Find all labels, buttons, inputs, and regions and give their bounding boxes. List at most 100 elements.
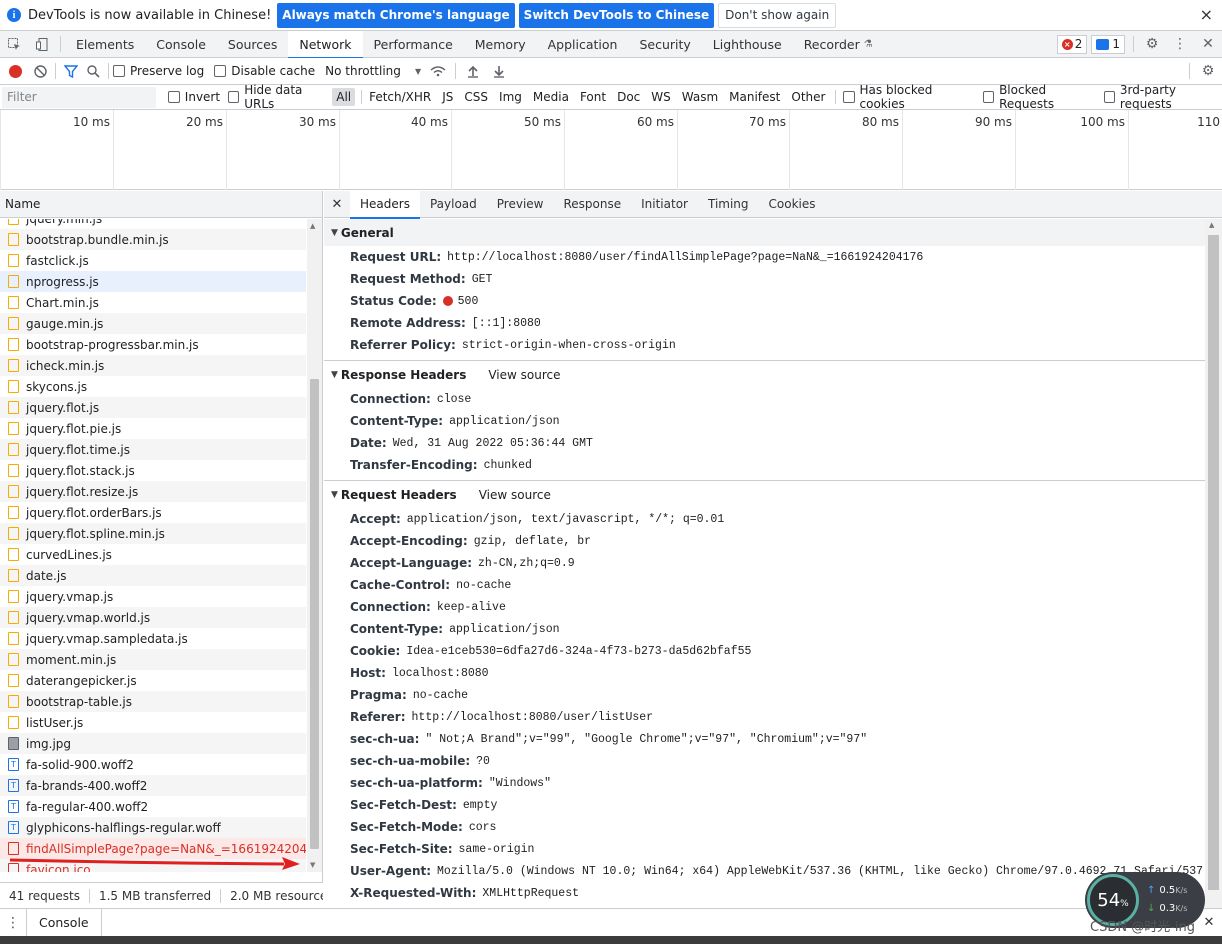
inspect-element-icon[interactable] xyxy=(0,31,28,58)
tab-initiator[interactable]: Initiator xyxy=(631,191,698,218)
blocked-requests-checkbox[interactable]: Blocked Requests xyxy=(982,83,1096,111)
export-har-icon[interactable] xyxy=(486,58,512,85)
tab-network[interactable]: Network xyxy=(288,30,363,59)
checkbox-box[interactable] xyxy=(113,65,125,77)
request-row[interactable]: curvedLines.js xyxy=(0,544,306,565)
filter-input[interactable]: Filter xyxy=(2,86,156,108)
close-infobar-icon[interactable]: × xyxy=(1200,5,1213,24)
type-filter-img[interactable]: Img xyxy=(495,88,526,106)
name-column-header[interactable]: Name xyxy=(0,191,322,218)
message-count-badge[interactable]: 1 xyxy=(1091,34,1125,54)
request-row[interactable]: date.js xyxy=(0,565,306,586)
request-row[interactable]: bootstrap-table.js xyxy=(0,691,306,712)
response-view-source-link[interactable]: View source xyxy=(488,368,560,382)
scroll-down-icon[interactable]: ▼ xyxy=(310,861,315,869)
invert-checkbox[interactable]: Invert xyxy=(167,90,220,104)
scrollbar-thumb[interactable] xyxy=(1208,235,1219,890)
response-headers-section-header[interactable]: ▼ Response Headers View source xyxy=(324,361,1205,388)
type-filter-wasm[interactable]: Wasm xyxy=(678,88,722,106)
request-row[interactable]: listUser.js xyxy=(0,712,306,733)
search-icon[interactable] xyxy=(82,58,104,85)
request-list-scrollbar[interactable]: ▲ ▼ xyxy=(307,219,322,872)
tab-response[interactable]: Response xyxy=(553,191,631,218)
type-filter-all[interactable]: All xyxy=(332,88,356,106)
tab-elements[interactable]: Elements xyxy=(65,31,145,58)
type-filter-js[interactable]: JS xyxy=(438,88,457,106)
type-filter-fetch-xhr[interactable]: Fetch/XHR xyxy=(365,88,435,106)
import-har-icon[interactable] xyxy=(460,58,486,85)
expand-triangle-icon[interactable]: ▼ xyxy=(331,370,338,380)
timeline-overview[interactable]: 10 ms 20 ms 30 ms 40 ms 50 ms 60 ms 70 m… xyxy=(0,110,1222,190)
request-row[interactable]: jquery.flot.orderBars.js xyxy=(0,502,306,523)
checkbox-box[interactable] xyxy=(167,91,180,103)
checkbox-box[interactable] xyxy=(843,91,855,103)
request-row[interactable]: Tfa-brands-400.woff2 xyxy=(0,775,306,796)
scroll-up-icon[interactable]: ▲ xyxy=(310,222,315,230)
drawer-tab-console[interactable]: Console xyxy=(26,908,102,937)
filter-icon[interactable] xyxy=(60,58,82,85)
expand-triangle-icon[interactable]: ▼ xyxy=(331,228,338,238)
clear-icon[interactable] xyxy=(29,58,51,85)
request-row[interactable]: daterangepicker.js xyxy=(0,670,306,691)
type-filter-other[interactable]: Other xyxy=(787,88,829,106)
detail-scrollbar[interactable]: ▲ xyxy=(1205,219,1222,908)
request-row[interactable]: jquery.flot.js xyxy=(0,397,306,418)
checkbox-box[interactable] xyxy=(228,91,240,103)
request-view-source-link[interactable]: View source xyxy=(479,488,551,502)
disable-cache-checkbox[interactable]: Disable cache xyxy=(214,64,315,78)
request-row[interactable]: jquery.vmap.js xyxy=(0,586,306,607)
network-settings-gear-icon[interactable]: ⚙ xyxy=(1194,58,1222,85)
tab-security[interactable]: Security xyxy=(628,31,701,58)
scrollbar-thumb[interactable] xyxy=(310,379,319,849)
request-row[interactable]: moment.min.js xyxy=(0,649,306,670)
general-section-header[interactable]: ▼ General xyxy=(324,219,1205,246)
scroll-up-icon[interactable]: ▲ xyxy=(1209,221,1214,229)
request-row[interactable]: jquery.min.js xyxy=(0,219,306,229)
type-filter-ws[interactable]: WS xyxy=(647,88,674,106)
checkbox-box[interactable] xyxy=(1103,91,1115,103)
request-row[interactable]: jquery.flot.spline.min.js xyxy=(0,523,306,544)
dont-show-again-button[interactable]: Don't show again xyxy=(718,2,837,28)
request-row[interactable]: gauge.min.js xyxy=(0,313,306,334)
type-filter-css[interactable]: CSS xyxy=(460,88,492,106)
request-row[interactable]: jquery.vmap.world.js xyxy=(0,607,306,628)
error-count-badge[interactable]: × 2 xyxy=(1056,34,1088,54)
tab-recorder[interactable]: Recorder ⚗ xyxy=(793,31,884,58)
close-devtools-icon[interactable]: ✕ xyxy=(1194,31,1222,58)
tab-lighthouse[interactable]: Lighthouse xyxy=(702,31,793,58)
switch-chinese-button[interactable]: Switch DevTools to Chinese xyxy=(518,2,715,28)
tab-cookies[interactable]: Cookies xyxy=(759,191,826,218)
close-detail-icon[interactable]: ✕ xyxy=(324,197,350,212)
tab-application[interactable]: Application xyxy=(537,31,629,58)
hide-data-urls-checkbox[interactable]: Hide data URLs xyxy=(228,83,328,111)
request-row[interactable]: img.jpg xyxy=(0,733,306,754)
checkbox-box[interactable] xyxy=(214,65,227,77)
expand-triangle-icon[interactable]: ▼ xyxy=(331,490,338,500)
tab-payload[interactable]: Payload xyxy=(420,191,487,218)
request-row[interactable]: jquery.vmap.sampledata.js xyxy=(0,628,306,649)
third-party-checkbox[interactable]: 3rd-party requests xyxy=(1103,83,1222,111)
request-list[interactable]: jquery.min.js bootstrap.bundle.min.js fast… xyxy=(0,219,306,872)
tab-memory[interactable]: Memory xyxy=(464,31,537,58)
type-filter-manifest[interactable]: Manifest xyxy=(725,88,784,106)
preserve-log-checkbox[interactable]: Preserve log xyxy=(113,64,204,78)
checkbox-box[interactable] xyxy=(982,91,995,103)
request-row[interactable]: Chart.min.js xyxy=(0,292,306,313)
request-row[interactable]: Tglyphicons-halflings-regular.woff xyxy=(0,817,306,838)
drawer-menu-icon[interactable]: ⋮ xyxy=(0,915,26,931)
tab-sources[interactable]: Sources xyxy=(217,31,288,58)
type-filter-media[interactable]: Media xyxy=(529,88,573,106)
request-row[interactable]: skycons.js xyxy=(0,376,306,397)
tab-console[interactable]: Console xyxy=(145,31,217,58)
request-row[interactable]: jquery.flot.time.js xyxy=(0,439,306,460)
settings-gear-icon[interactable]: ⚙ xyxy=(1138,31,1166,58)
request-row[interactable]: nprogress.js xyxy=(0,271,306,292)
request-headers-section-header[interactable]: ▼ Request Headers View source xyxy=(324,481,1205,508)
tab-headers[interactable]: Headers xyxy=(350,190,420,219)
request-row[interactable]: jquery.flot.pie.js xyxy=(0,418,306,439)
throttling-select[interactable]: No throttling ▼ xyxy=(325,64,421,78)
tab-timing[interactable]: Timing xyxy=(698,191,759,218)
network-conditions-icon[interactable] xyxy=(425,58,451,85)
tab-performance[interactable]: Performance xyxy=(363,31,464,58)
close-drawer-icon[interactable]: ✕ xyxy=(1196,915,1222,930)
